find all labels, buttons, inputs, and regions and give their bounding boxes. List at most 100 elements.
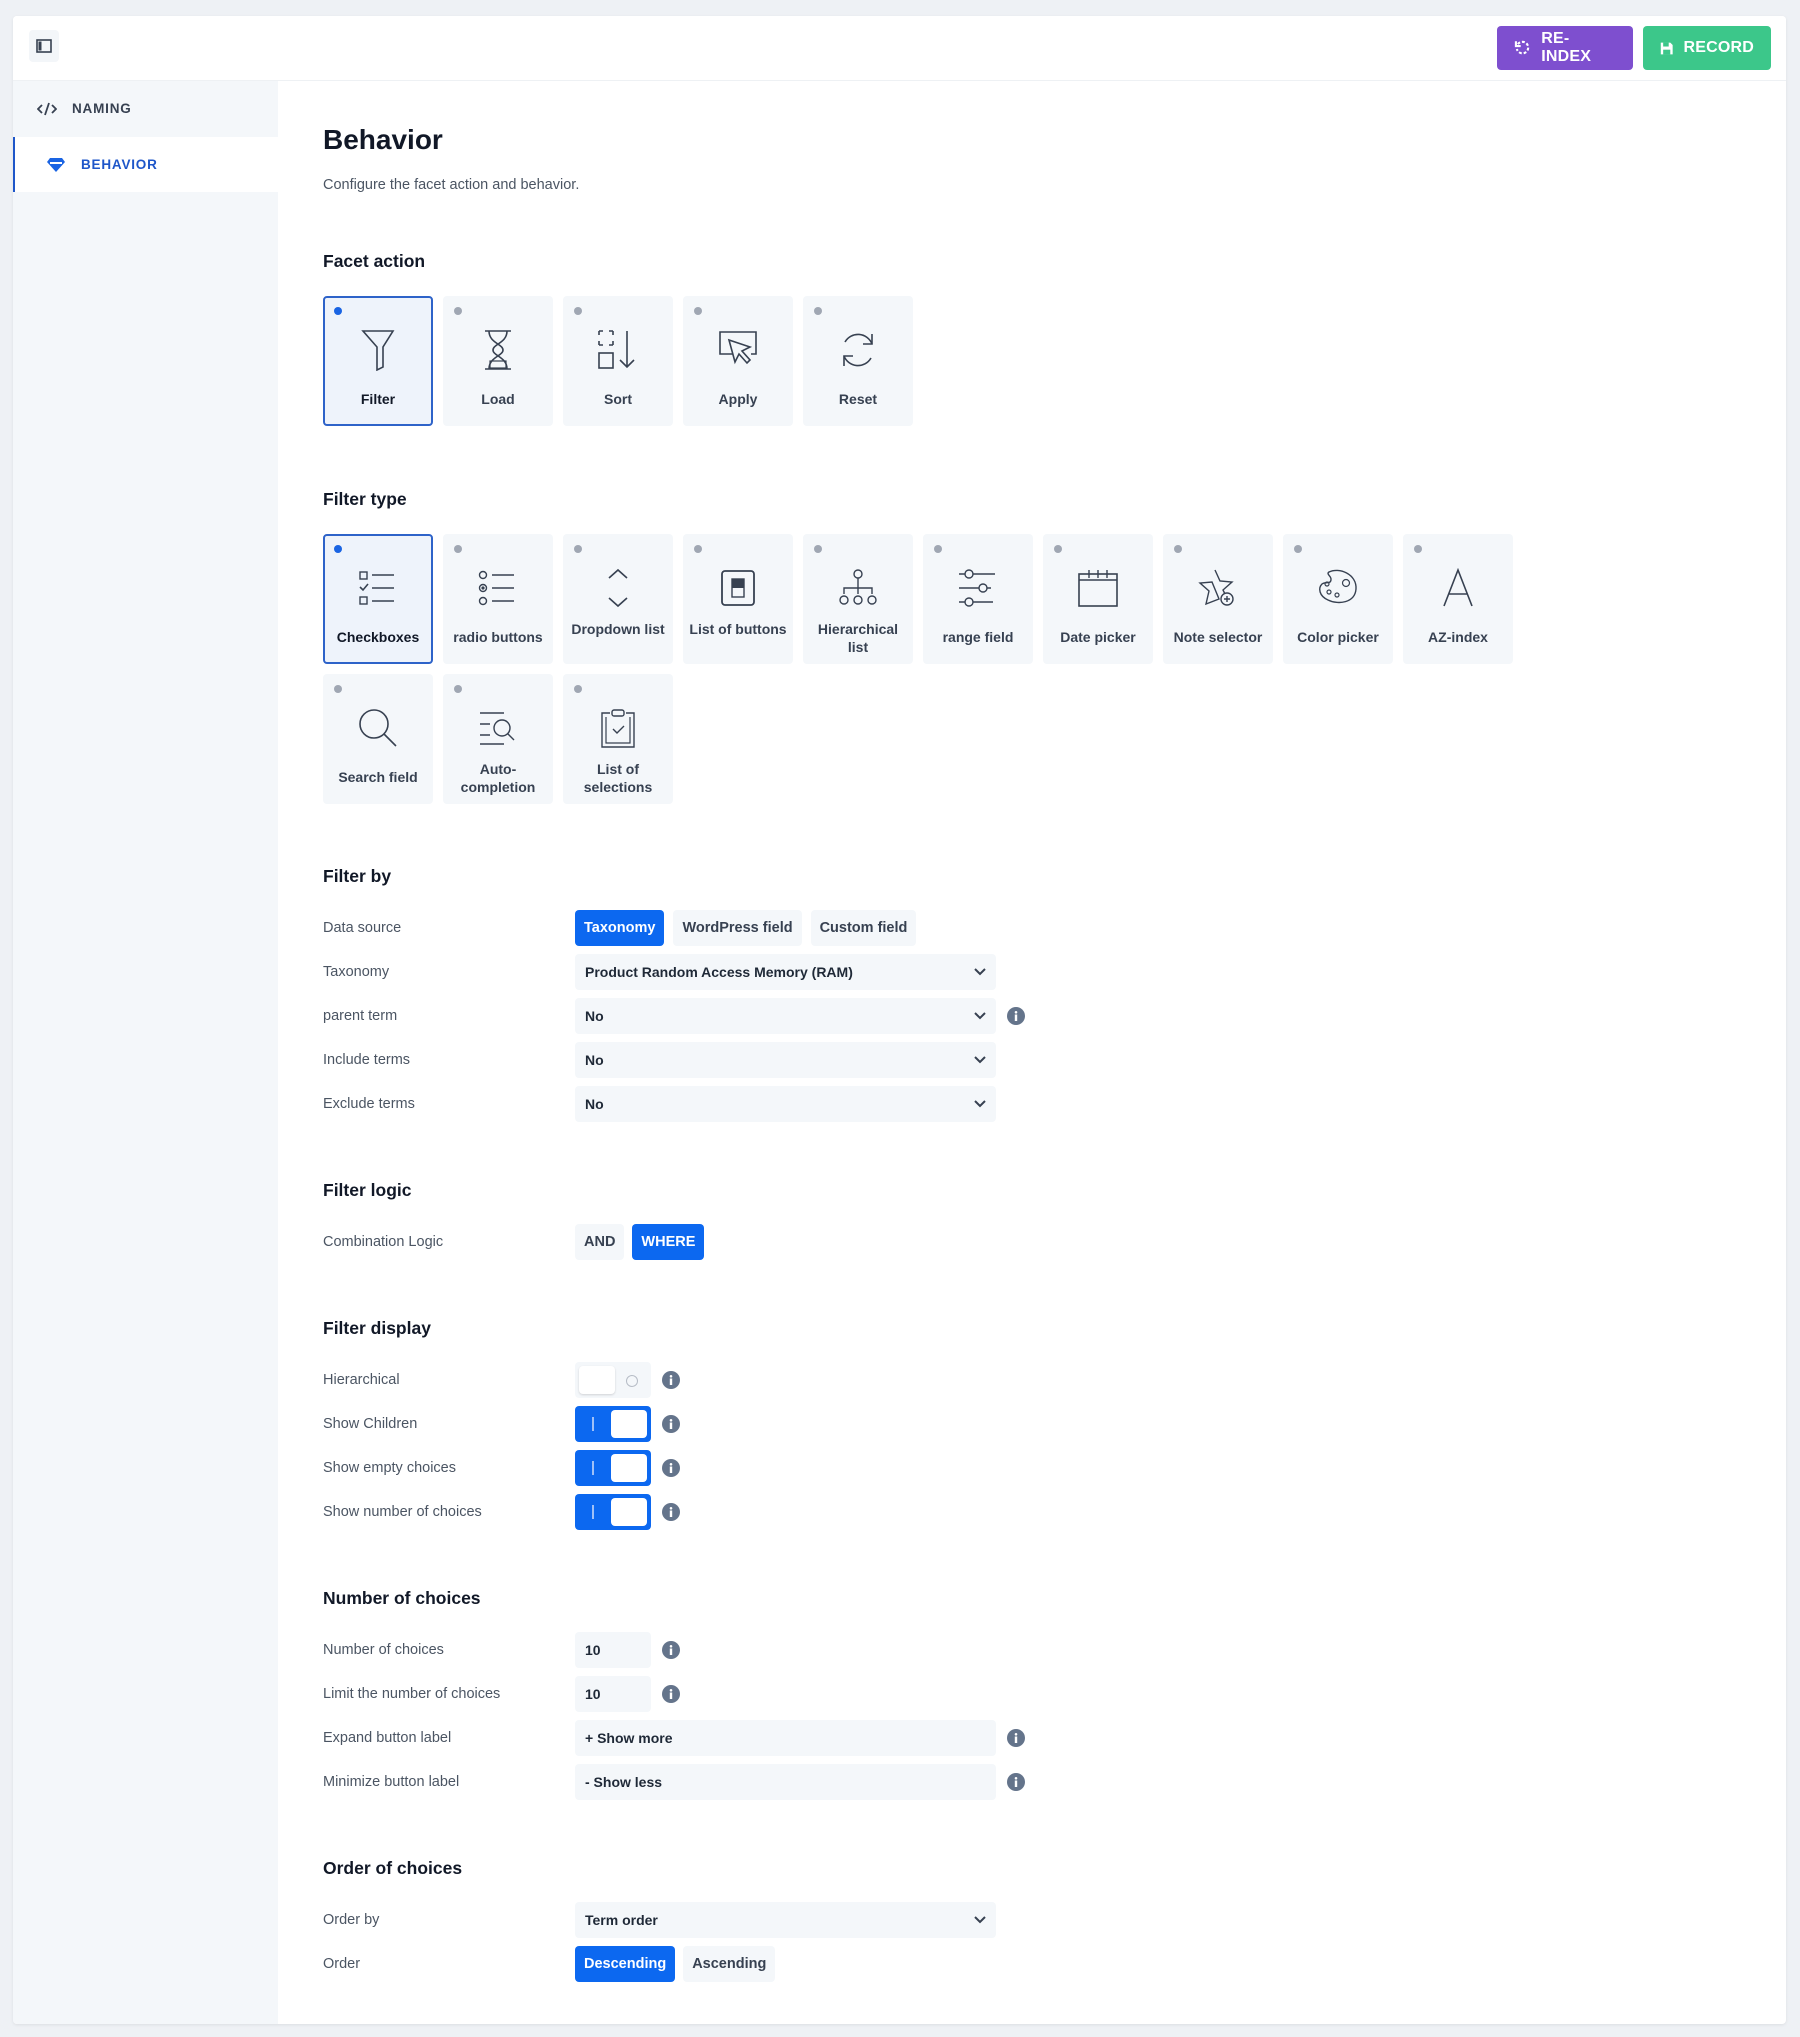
sort-icon xyxy=(598,330,635,369)
number-of-choices-heading: Number of choices xyxy=(323,1588,481,1608)
search-icon xyxy=(359,709,397,747)
info-icon[interactable] xyxy=(662,1685,680,1703)
facet-action-sort[interactable]: Sort xyxy=(563,296,673,426)
info-icon[interactable] xyxy=(662,1459,680,1477)
data-source-wordpress-field[interactable]: WordPress field xyxy=(673,910,802,946)
combination-logic-label: Combination Logic xyxy=(323,1234,444,1250)
data-source-custom-field[interactable]: Custom field xyxy=(810,910,917,946)
settings-panel: RE-INDEX RECORD NAMING BEHAVIOR Behavior… xyxy=(13,16,1786,2024)
include-terms-row: Include terms No xyxy=(323,1042,1523,1078)
filter-type-hierarchical-list[interactable]: Hierarchical list xyxy=(803,534,913,664)
order-ascending-button[interactable]: Ascending xyxy=(683,1946,776,1982)
sidebar-item-behavior[interactable]: BEHAVIOR xyxy=(13,137,278,192)
hierarchical-row: Hierarchical xyxy=(323,1362,1523,1398)
radio-indicator xyxy=(574,545,582,553)
tile-label: Reset xyxy=(838,391,878,407)
order-label: Order xyxy=(323,1956,361,1972)
info-icon[interactable] xyxy=(1007,1007,1025,1025)
show-empty-choices-toggle[interactable] xyxy=(575,1450,651,1486)
number-of-choices-row: Number of choices 10 xyxy=(323,1632,1523,1668)
sidebar-toggle-button[interactable] xyxy=(29,30,59,62)
order-of-choices-heading: Order of choices xyxy=(323,1858,463,1878)
tile-label: Note selector xyxy=(1173,629,1263,645)
show-number-of-choices-label: Show number of choices xyxy=(323,1504,482,1520)
data-source-taxonomy[interactable]: Taxonomy xyxy=(575,910,665,946)
diamond-icon xyxy=(47,157,65,172)
limit-choices-label: Limit the number of choices xyxy=(323,1686,501,1702)
order-row: Order Descending Ascending xyxy=(323,1946,1523,1982)
hierarchical-toggle[interactable] xyxy=(575,1362,651,1398)
calendar-icon xyxy=(1078,570,1118,607)
filter-type-range-field[interactable]: range field xyxy=(923,534,1033,664)
record-button[interactable]: RECORD xyxy=(1643,26,1771,70)
exclude-terms-row: Exclude terms No xyxy=(323,1086,1523,1122)
logic-where-button[interactable]: WHERE xyxy=(632,1224,705,1260)
filter-type-list-of-selections[interactable]: List of selections xyxy=(563,674,673,804)
radio-indicator xyxy=(1414,545,1422,553)
taxonomy-label: Taxonomy xyxy=(323,964,390,980)
toggle-button-icon xyxy=(721,570,755,606)
filter-type-search-field[interactable]: Search field xyxy=(323,674,433,804)
exclude-terms-select[interactable]: No xyxy=(575,1086,996,1122)
minimize-label-input[interactable]: - Show less xyxy=(575,1764,996,1800)
limit-choices-row: Limit the number of choices 10 xyxy=(323,1676,1523,1712)
filter-type-radio-buttons[interactable]: radio buttons xyxy=(443,534,553,664)
expand-label-input[interactable]: + Show more xyxy=(575,1720,996,1756)
info-icon[interactable] xyxy=(662,1503,680,1521)
reindex-button[interactable]: RE-INDEX xyxy=(1497,26,1633,70)
radio-indicator xyxy=(1294,545,1302,553)
radio-indicator xyxy=(694,545,702,553)
chevron-up-down-icon xyxy=(608,568,628,608)
filter-type-note-selector[interactable]: Note selector xyxy=(1163,534,1273,664)
radio-indicator xyxy=(694,307,702,315)
facet-action-reset[interactable]: Reset xyxy=(803,296,913,426)
info-icon[interactable] xyxy=(1007,1773,1025,1791)
filter-type-dropdown-list[interactable]: Dropdown list xyxy=(563,534,673,664)
filter-type-color-picker[interactable]: Color picker xyxy=(1283,534,1393,664)
info-icon[interactable] xyxy=(1007,1729,1025,1747)
info-icon[interactable] xyxy=(662,1371,680,1389)
radio-indicator xyxy=(334,545,342,553)
code-icon xyxy=(37,102,57,115)
facet-action-load[interactable]: Load xyxy=(443,296,553,426)
tile-label: Hierarchical list xyxy=(817,621,899,655)
number-of-choices-label: Number of choices xyxy=(323,1642,444,1658)
filter-type-heading: Filter type xyxy=(323,489,407,509)
hierarchical-label: Hierarchical xyxy=(323,1372,400,1388)
parent-term-select[interactable]: No xyxy=(575,998,996,1034)
facet-action-filter[interactable]: Filter xyxy=(323,296,433,426)
filter-type-az-index[interactable]: AZ-index xyxy=(1403,534,1513,664)
number-of-choices-input[interactable]: 10 xyxy=(575,1632,651,1668)
sidebar-item-naming[interactable]: NAMING xyxy=(13,81,278,136)
order-descending-button[interactable]: Descending xyxy=(575,1946,676,1982)
filter-type-auto-completion[interactable]: Auto-completion xyxy=(443,674,553,804)
filter-type-list-of-buttons[interactable]: List of buttons xyxy=(683,534,793,664)
info-icon[interactable] xyxy=(662,1641,680,1659)
tile-label: Load xyxy=(481,391,515,407)
order-by-label: Order by xyxy=(323,1912,380,1928)
data-source-label: Data source xyxy=(323,920,402,936)
filter-type-checkboxes[interactable]: Checkboxes xyxy=(323,534,433,664)
logic-and-button[interactable]: AND xyxy=(575,1224,625,1260)
show-number-of-choices-toggle[interactable] xyxy=(575,1494,651,1530)
facet-action-apply[interactable]: Apply xyxy=(683,296,793,426)
show-children-toggle[interactable] xyxy=(575,1406,651,1442)
limit-choices-input[interactable]: 10 xyxy=(575,1676,651,1712)
star-plus-icon xyxy=(1198,569,1234,606)
select-value: No xyxy=(585,1096,604,1112)
tile-label: Apply xyxy=(718,391,758,407)
reindex-label: RE-INDEX xyxy=(1541,30,1592,65)
info-icon[interactable] xyxy=(662,1415,680,1433)
show-children-label: Show Children xyxy=(323,1416,418,1432)
select-value: Term order xyxy=(585,1912,658,1928)
letter-a-icon xyxy=(1443,568,1473,607)
include-terms-select[interactable]: No xyxy=(575,1042,996,1078)
top-bar: RE-INDEX RECORD xyxy=(13,16,1786,81)
sidebar-panel-icon xyxy=(36,39,52,53)
filter-type-date-picker[interactable]: Date picker xyxy=(1043,534,1153,664)
radio-indicator xyxy=(814,307,822,315)
parent-term-row: parent term No xyxy=(323,998,1523,1034)
order-by-select[interactable]: Term order xyxy=(575,1902,996,1938)
taxonomy-select[interactable]: Product Random Access Memory (RAM) xyxy=(575,954,996,990)
facet-action-heading: Facet action xyxy=(323,251,426,271)
